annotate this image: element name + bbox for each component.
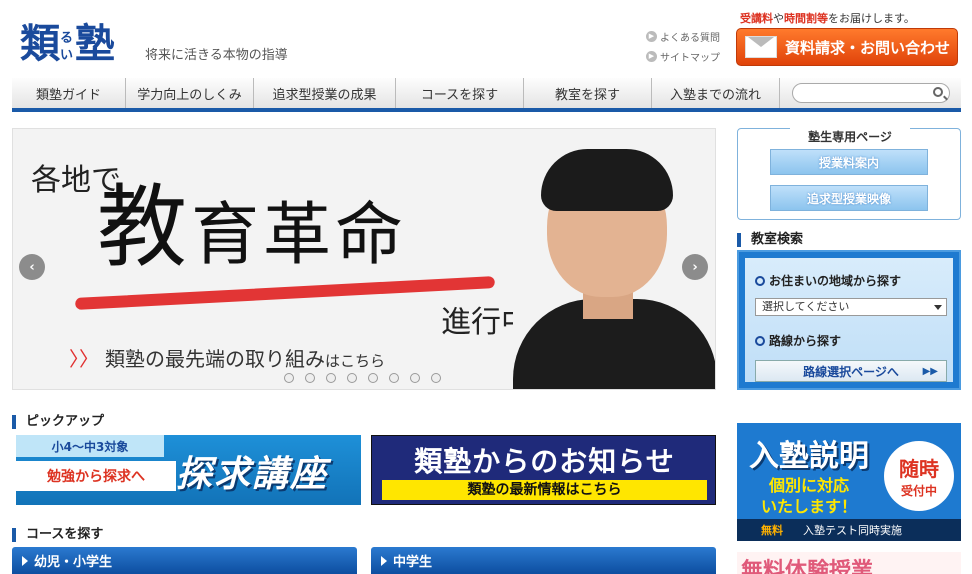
slider-dot[interactable]	[368, 373, 378, 383]
slider-prev-button[interactable]: ‹	[19, 254, 45, 280]
hero-headline: 教育革命	[97, 175, 408, 280]
nav-item-guide[interactable]: 類塾ガイド	[12, 78, 126, 108]
magnifier-icon	[755, 275, 765, 286]
arrow-circle-icon: ▶	[646, 30, 657, 42]
slider-dot[interactable]	[431, 373, 441, 383]
route-select-button[interactable]: 路線選択ページへ ▶▶	[755, 360, 947, 382]
slider-dots	[284, 373, 452, 383]
logo-char-1: 類	[20, 20, 60, 67]
logo-char-2: 塾	[75, 20, 115, 67]
slider-dot[interactable]	[410, 373, 420, 383]
tagline: 将来に活きる本物の指導	[145, 48, 288, 63]
slider-next-button[interactable]: ›	[682, 254, 708, 280]
free-trial-banner[interactable]: 無料体験授業	[737, 552, 961, 574]
nav-item-classroom[interactable]: 教室を探す	[524, 78, 652, 108]
global-nav: 類塾ガイド 学力向上のしくみ 追求型授業の成果 コースを探す 教室を探す 入塾ま…	[12, 78, 961, 112]
search-input[interactable]	[801, 87, 931, 105]
faq-link[interactable]: ▶ よくある質問	[646, 26, 720, 46]
nav-item-results[interactable]: 追求型授業の成果	[254, 78, 396, 108]
slider-dot[interactable]	[326, 373, 336, 383]
utility-links: ▶ よくある質問 ▶ サイトマップ	[646, 26, 720, 66]
hero-slider[interactable]: 各地で 教育革命 進行中 〉〉 類塾の最先端の取り組みはこちら	[12, 128, 716, 390]
class-video-button[interactable]: 追求型授業映像	[770, 185, 928, 211]
contact-button[interactable]: 資料請求・お問い合わせ	[736, 28, 958, 66]
hero-link[interactable]: 〉〉 類塾の最先端の取り組みはこちら	[69, 343, 385, 372]
inquiry-course-banner[interactable]: 小4〜中3対象 勉強から探求へ 探求講座	[16, 435, 361, 505]
anytime-badge: 随時 受付中	[884, 441, 954, 511]
site-logo[interactable]: 類 る い 塾	[20, 20, 115, 68]
search-icon[interactable]	[933, 87, 943, 97]
tuition-button[interactable]: 授業料案内	[770, 149, 928, 175]
envelope-icon	[745, 36, 777, 58]
slider-dot[interactable]	[305, 373, 315, 383]
route-search-label: 路線から探す	[755, 332, 841, 349]
slider-dot[interactable]	[389, 373, 399, 383]
nav-item-system[interactable]: 学力向上のしくみ	[126, 78, 254, 108]
pickup-heading: ピックアップ	[12, 415, 104, 429]
triangle-right-icon	[381, 555, 387, 566]
arrow-circle-icon: ▶	[646, 50, 657, 62]
news-banner[interactable]: 類塾からのお知らせ 類塾の最新情報はこちら	[371, 435, 716, 505]
logo-kana: る い	[60, 31, 74, 63]
triangle-right-icon	[22, 555, 28, 566]
nav-item-flow[interactable]: 入塾までの流れ	[652, 78, 780, 108]
admission-briefing-banner[interactable]: 入塾説明 個別に対応 いたします！ 随時 受付中 無料 入塾テスト同時実施	[737, 423, 961, 541]
slider-dot[interactable]	[347, 373, 357, 383]
slider-dot[interactable]	[284, 373, 294, 383]
area-search-label: お住まいの地域から探す	[755, 272, 901, 289]
course-bar-elementary[interactable]: 幼児・小学生	[12, 547, 357, 574]
classroom-search-box: お住まいの地域から探す 選択してください 路線から探す 路線選択ページへ ▶▶	[737, 250, 961, 390]
course-heading: コースを探す	[12, 528, 103, 542]
member-page-box: 塾生専用ページ 授業料案内 追求型授業映像	[737, 128, 961, 220]
magnifier-icon	[755, 335, 765, 346]
double-arrow-icon: ▶▶	[922, 365, 938, 377]
search-box	[792, 83, 950, 105]
course-bar-junior-high[interactable]: 中学生	[371, 547, 716, 574]
chevron-down-icon	[934, 305, 942, 310]
nav-item-course[interactable]: コースを探す	[396, 78, 524, 108]
sitemap-link[interactable]: ▶ サイトマップ	[646, 46, 720, 66]
site-header: 類 る い 塾 将来に活きる本物の指導 ▶ よくある質問 ▶ サイトマップ 受講料や…	[0, 0, 972, 78]
classroom-search-heading: 教室検索	[737, 233, 803, 247]
area-select[interactable]: 選択してください	[755, 298, 947, 316]
contact-note: 受講料や時間割等をお届けします。	[740, 12, 915, 25]
